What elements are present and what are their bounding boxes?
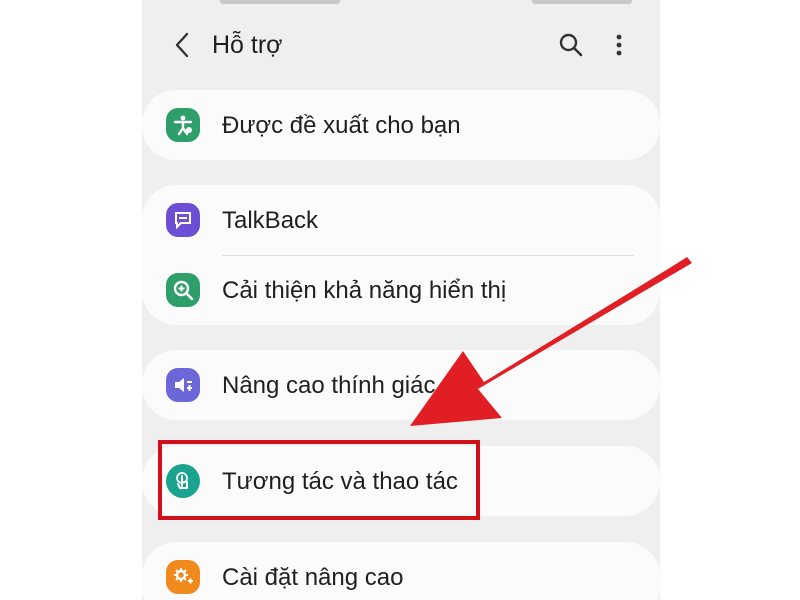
arrow-icon bbox=[410, 257, 692, 426]
arrow-annotation bbox=[410, 257, 692, 426]
